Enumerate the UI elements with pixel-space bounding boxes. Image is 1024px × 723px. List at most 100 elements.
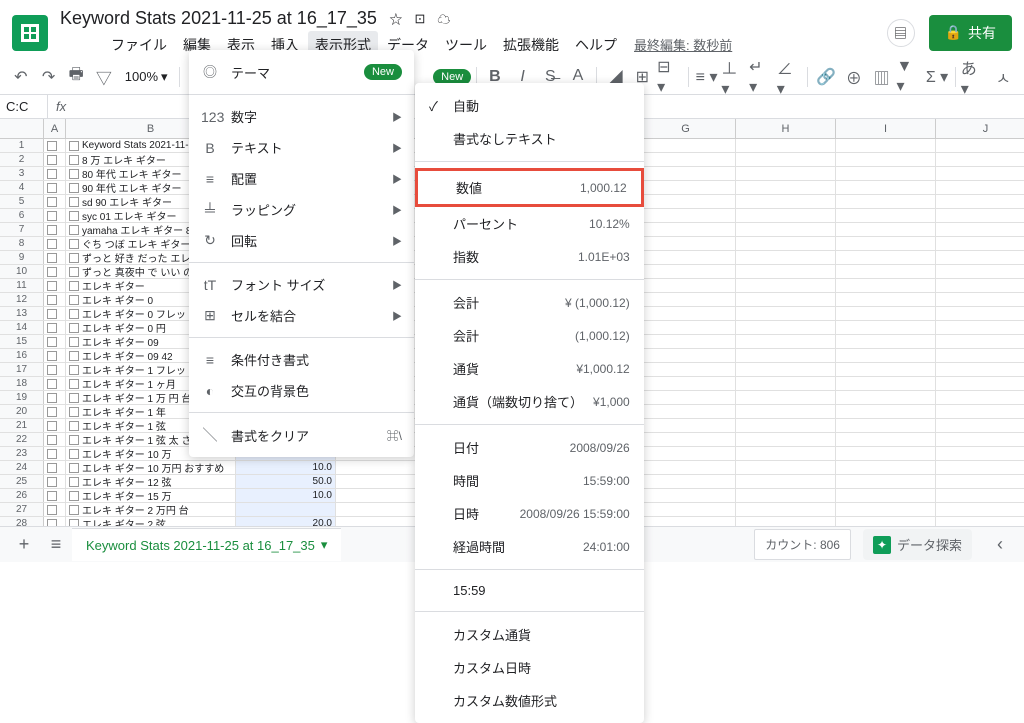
cell[interactable]: [836, 153, 936, 166]
cell[interactable]: [636, 433, 736, 446]
cell[interactable]: [44, 237, 66, 250]
checkbox[interactable]: [47, 491, 57, 501]
cell[interactable]: [836, 223, 936, 236]
cell[interactable]: [44, 223, 66, 236]
sheet-tab-dropdown-icon[interactable]: ▾: [321, 537, 328, 553]
number-format-item[interactable]: 日付2008/09/26: [415, 431, 644, 464]
link-button[interactable]: 🔗: [813, 63, 839, 91]
cell[interactable]: [736, 489, 836, 502]
cell[interactable]: [44, 489, 66, 502]
select-all-corner[interactable]: [0, 119, 44, 138]
menubar-item[interactable]: ヘルプ: [568, 31, 624, 59]
row-header[interactable]: 9: [0, 251, 44, 264]
cell[interactable]: [936, 489, 1024, 502]
cell[interactable]: [836, 237, 936, 250]
cell[interactable]: [836, 321, 936, 334]
format-menu-item[interactable]: ◎テーマNew: [189, 56, 414, 88]
checkbox[interactable]: [47, 155, 57, 165]
checkbox[interactable]: [47, 337, 57, 347]
number-format-item[interactable]: パーセント10.12%: [415, 207, 644, 240]
checkbox[interactable]: [47, 295, 57, 305]
zoom-select[interactable]: 100% ▾: [119, 69, 174, 85]
cell[interactable]: [836, 475, 936, 488]
cell[interactable]: [636, 279, 736, 292]
sheet-tab[interactable]: Keyword Stats 2021-11-25 at 16_17_35 ▾: [72, 528, 341, 561]
cell[interactable]: [836, 293, 936, 306]
number-format-item[interactable]: 書式なしテキスト: [415, 122, 644, 155]
cell[interactable]: [936, 475, 1024, 488]
number-format-item[interactable]: 通貨¥1,000.12: [415, 352, 644, 385]
row-header[interactable]: 12: [0, 293, 44, 306]
star-icon[interactable]: ☆: [387, 10, 405, 28]
cell[interactable]: [44, 167, 66, 180]
cell[interactable]: [936, 349, 1024, 362]
checkbox[interactable]: [69, 435, 79, 445]
cell[interactable]: [636, 335, 736, 348]
checkbox[interactable]: [47, 365, 57, 375]
cell[interactable]: [44, 349, 66, 362]
cell[interactable]: [736, 237, 836, 250]
checkbox[interactable]: [69, 407, 79, 417]
cell[interactable]: [636, 167, 736, 180]
cell[interactable]: [44, 433, 66, 446]
cloud-status-icon[interactable]: ☁: [435, 10, 453, 28]
cell[interactable]: [936, 321, 1024, 334]
cell[interactable]: [836, 489, 936, 502]
cell[interactable]: [836, 405, 936, 418]
document-title[interactable]: Keyword Stats 2021-11-25 at 16_17_35: [56, 6, 381, 31]
cell[interactable]: [44, 503, 66, 516]
format-menu-item[interactable]: ⊞セルを結合▶: [189, 300, 414, 331]
collapse-toolbar-button[interactable]: ㅅ: [990, 63, 1016, 91]
cell[interactable]: [44, 209, 66, 222]
cell[interactable]: [636, 363, 736, 376]
checkbox[interactable]: [47, 449, 57, 459]
paint-format-button[interactable]: ▽: [91, 63, 117, 91]
number-format-item[interactable]: 会計(1,000.12): [415, 319, 644, 352]
cell[interactable]: [936, 279, 1024, 292]
checkbox[interactable]: [69, 197, 79, 207]
number-format-item[interactable]: 会計¥ (1,000.12): [415, 286, 644, 319]
cell[interactable]: [636, 237, 736, 250]
cell[interactable]: [736, 167, 836, 180]
cell[interactable]: [936, 153, 1024, 166]
cell[interactable]: [44, 251, 66, 264]
checkbox[interactable]: [69, 463, 79, 473]
halign-button[interactable]: ≡ ▾: [694, 63, 720, 91]
checkbox[interactable]: [47, 309, 57, 319]
comment-button[interactable]: ⊕: [841, 63, 867, 91]
cell[interactable]: [736, 279, 836, 292]
number-format-item[interactable]: 15:59: [415, 576, 644, 605]
checkbox[interactable]: [47, 323, 57, 333]
cell[interactable]: [636, 489, 736, 502]
cell[interactable]: エレキ ギター 2 万円 台: [66, 503, 236, 516]
row-header[interactable]: 22: [0, 433, 44, 446]
format-menu-item[interactable]: ◐交互の背景色: [189, 375, 414, 406]
checkbox[interactable]: [47, 141, 57, 151]
row-header[interactable]: 23: [0, 447, 44, 460]
checkbox[interactable]: [69, 449, 79, 459]
cell[interactable]: [44, 447, 66, 460]
format-menu-item[interactable]: 123数字▶: [189, 101, 414, 132]
cell[interactable]: [736, 335, 836, 348]
number-format-item[interactable]: カスタム日時: [415, 651, 644, 684]
cell[interactable]: [44, 195, 66, 208]
row-header[interactable]: 27: [0, 503, 44, 516]
checkbox[interactable]: [47, 351, 57, 361]
number-format-item[interactable]: 日時2008/09/26 15:59:00: [415, 497, 644, 530]
cell[interactable]: [44, 405, 66, 418]
checkbox[interactable]: [69, 323, 79, 333]
name-box[interactable]: C:C: [0, 95, 48, 118]
cell[interactable]: [44, 475, 66, 488]
checkbox[interactable]: [69, 421, 79, 431]
checkbox[interactable]: [47, 239, 57, 249]
cell[interactable]: [936, 363, 1024, 376]
checkbox[interactable]: [69, 477, 79, 487]
row-header[interactable]: 11: [0, 279, 44, 292]
cell[interactable]: [936, 377, 1024, 390]
cell[interactable]: [836, 265, 936, 278]
checkbox[interactable]: [47, 267, 57, 277]
cell[interactable]: [44, 307, 66, 320]
cell[interactable]: [636, 461, 736, 474]
cell[interactable]: [736, 195, 836, 208]
cell[interactable]: [636, 181, 736, 194]
